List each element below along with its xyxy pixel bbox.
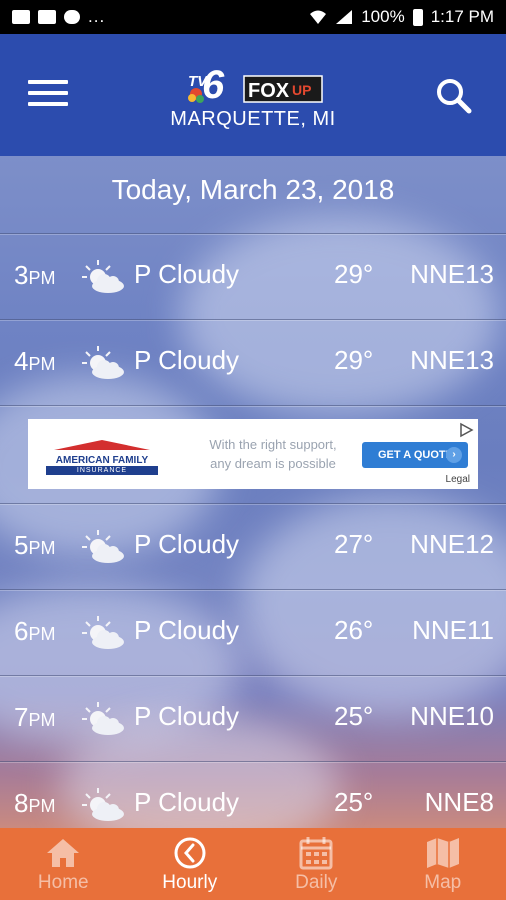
signal-icon [336, 10, 353, 24]
notification-icon [12, 10, 30, 24]
hourly-row[interactable]: 8PM P Cloudy 25° NNE8 [0, 762, 506, 828]
temperature-label: 25° [334, 701, 374, 731]
hour-label: 8PM [14, 788, 56, 818]
wind-label: NNE10 [410, 701, 494, 731]
status-right: 100% 1:17 PM [309, 7, 494, 27]
svg-text:6: 6 [202, 63, 225, 107]
station-logo: TV 6 FOX UP [178, 56, 328, 112]
temperature-label: 29° [334, 345, 374, 375]
hour-label: 4PM [14, 346, 56, 376]
hour-label: 5PM [14, 530, 56, 560]
nav-daily[interactable]: Daily [253, 828, 380, 900]
nav-hourly[interactable]: Hourly [127, 828, 254, 900]
wind-label: NNE8 [424, 787, 494, 817]
ad-banner[interactable]: AMERICAN FAMILY INSURANCE With the right… [28, 419, 478, 489]
nav-home-label: Home [37, 872, 89, 893]
hourly-row[interactable]: 5PM P Cloudy 27° NNE12 [0, 504, 506, 590]
condition-label: P Cloudy [134, 615, 240, 645]
home-icon [47, 839, 80, 867]
hourly-row[interactable]: 4PM P Cloudy 29° NNE13 [0, 320, 506, 406]
location-label: MARQUETTE, MI [170, 108, 336, 130]
wifi-icon [310, 10, 327, 24]
partly-cloudy-icon [82, 616, 124, 649]
temperature-label: 29° [334, 259, 374, 289]
nav-home[interactable]: Home [0, 828, 127, 900]
battery-icon [412, 8, 423, 26]
condition-label: P Cloudy [134, 259, 240, 289]
clock-icon [174, 837, 206, 869]
partly-cloudy-icon [82, 702, 124, 735]
map-icon [426, 838, 459, 868]
nav-map-label: Map [424, 872, 462, 893]
partly-cloudy-icon [82, 788, 124, 821]
status-left: ... [12, 7, 105, 27]
hourly-row[interactable]: 3PM P Cloudy 29° NNE13 [0, 234, 506, 320]
date-title: Today, March 23, 2018 [111, 174, 395, 205]
battery-percent: 100% [361, 7, 405, 26]
search-button[interactable] [434, 76, 474, 116]
nav-map[interactable]: Map [380, 828, 506, 900]
hourly-row[interactable]: 6PM P Cloudy 26° NNE11 [0, 590, 506, 676]
get-a-quote-button[interactable]: GET A QUOTE › [362, 442, 468, 468]
ad-legal-link[interactable]: Legal [446, 474, 470, 485]
calendar-icon [299, 837, 333, 870]
partly-cloudy-icon [82, 260, 124, 293]
wind-label: NNE11 [412, 615, 494, 645]
partly-cloudy-icon [82, 346, 124, 379]
ad-choices-icon[interactable] [458, 422, 474, 438]
app-bar: TV 6 FOX UP MARQUETTE, MI [0, 34, 506, 156]
nav-daily-label: Daily [295, 872, 338, 893]
condition-label: P Cloudy [134, 701, 240, 731]
ad-message: With the right support, any dream is pos… [209, 437, 337, 471]
notification-icon-3 [64, 10, 80, 24]
menu-button[interactable] [28, 80, 68, 110]
wind-label: NNE12 [410, 529, 494, 559]
wind-label: NNE13 [410, 259, 494, 289]
condition-label: P Cloudy [134, 529, 240, 559]
chevron-right-icon: › [446, 447, 462, 463]
svg-text:FOX: FOX [248, 80, 290, 102]
temperature-label: 27° [334, 529, 374, 559]
nav-hourly-label: Hourly [162, 872, 218, 893]
condition-label: P Cloudy [134, 345, 240, 375]
clock: 1:17 PM [430, 7, 494, 26]
bottom-nav: Home Hourly Daily Map [0, 828, 506, 900]
ad-brand-logo: AMERICAN FAMILY INSURANCE [46, 437, 158, 475]
svg-text:UP: UP [292, 82, 311, 98]
more-notifications: ... [88, 7, 106, 26]
hourly-row[interactable]: 7PM P Cloudy 25° NNE10 [0, 676, 506, 762]
temperature-label: 25° [334, 787, 374, 817]
condition-label: P Cloudy [134, 787, 240, 817]
status-bar: ... 100% 1:17 PM [0, 0, 506, 34]
hour-label: 7PM [14, 702, 56, 732]
wind-label: NNE13 [410, 345, 494, 375]
notification-icon-2 [38, 10, 56, 24]
partly-cloudy-icon [82, 530, 124, 563]
hour-label: 6PM [14, 616, 56, 646]
search-icon [437, 79, 472, 114]
hamburger-icon [28, 80, 68, 84]
temperature-label: 26° [334, 615, 374, 645]
hour-label: 3PM [14, 260, 56, 290]
